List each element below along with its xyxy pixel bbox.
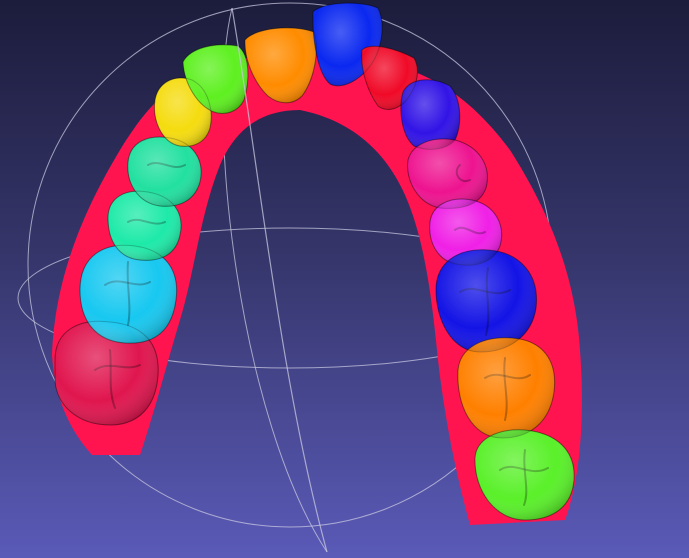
tooth-left-premolar-1-shade — [127, 136, 202, 207]
tooth-left-molar-1-shade — [79, 244, 178, 344]
tooth-right-molar-1-shade — [435, 249, 537, 353]
3d-viewport[interactable] — [0, 0, 689, 558]
tooth-right-molar-2-shade — [457, 337, 556, 439]
dental-scan-scene[interactable] — [0, 0, 689, 558]
